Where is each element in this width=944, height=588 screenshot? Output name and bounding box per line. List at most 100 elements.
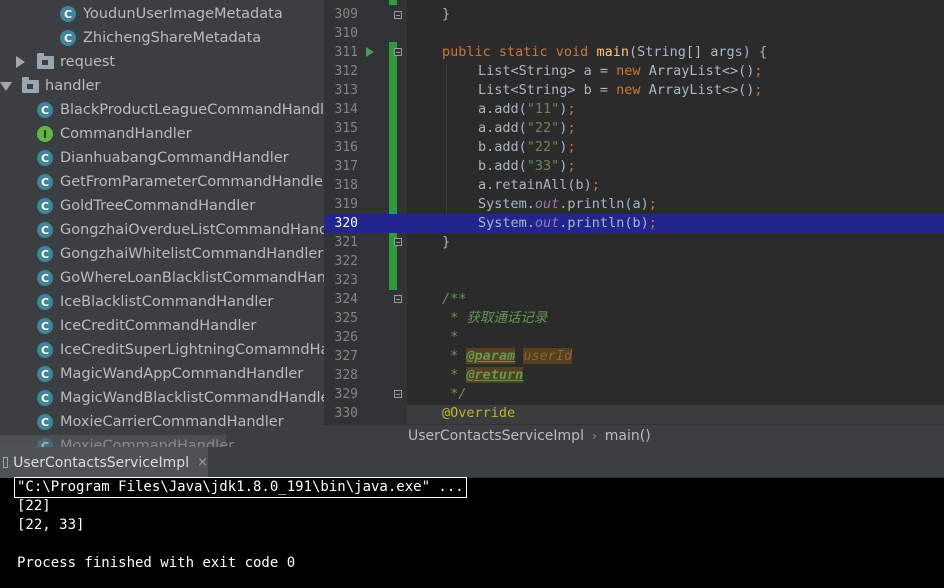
tree-item-youdun-user-image-metadata[interactable]: C YoudunUserImageMetadata: [0, 2, 324, 26]
class-icon: C: [37, 270, 53, 286]
fold-icon[interactable]: [394, 295, 402, 303]
code-text: System.out.println(a);: [478, 196, 657, 212]
code-text: b.add("22");: [478, 139, 576, 155]
code-line[interactable]: 311 public static void main(String[] arg…: [324, 43, 944, 62]
code-line[interactable]: 315 a.add("22");: [324, 119, 944, 138]
class-icon: C: [37, 198, 53, 214]
code-line[interactable]: 313 List<String> b = new ArrayList<>();: [324, 81, 944, 100]
tree-item-class[interactable]: C IceBlacklistCommandHandler: [0, 290, 324, 314]
tree-item-label: BlackProductLeagueCommandHandler: [60, 102, 324, 118]
tree-item-class[interactable]: C MagicWandAppCommandHandler: [0, 362, 324, 386]
tree-item-class[interactable]: C GetFromParameterCommandHandler: [0, 170, 324, 194]
tree-item-class[interactable]: C GoWhereLoanBlacklistCommandHandl: [0, 266, 324, 290]
code-text: List<String> a = new ArrayList<>();: [478, 63, 763, 79]
fold-icon[interactable]: [394, 11, 402, 19]
tree-item-class[interactable]: C MoxieCommandHandler: [0, 434, 324, 447]
tree-item-label: YoudunUserImageMetadata: [83, 6, 283, 22]
line-number: 328: [334, 368, 358, 383]
class-icon: C: [60, 30, 76, 46]
tree-item-class[interactable]: C GongzhaiWhitelistCommandHandler: [0, 242, 324, 266]
code-line[interactable]: 323: [324, 271, 944, 290]
tree-item-label: MagicWandBlacklistCommandHandler: [60, 390, 324, 406]
class-icon: C: [37, 390, 53, 406]
code-text: @Override: [442, 405, 516, 421]
fold-icon[interactable]: [394, 238, 402, 246]
line-number: 320: [334, 216, 358, 231]
tree-item-class[interactable]: C MagicWandBlacklistCommandHandler: [0, 386, 324, 410]
line-number: 311: [334, 45, 358, 60]
breadcrumb: UserContactsServiceImpl › main(): [324, 424, 944, 447]
collapse-arrow-icon[interactable]: [0, 81, 12, 91]
code-text: */: [442, 386, 467, 402]
code-line[interactable]: 310: [324, 24, 944, 43]
tree-item-label: GetFromParameterCommandHandler: [60, 174, 324, 190]
console-output-line: [22, 33]: [17, 517, 85, 533]
code-line[interactable]: 327 * @param userId: [324, 347, 944, 366]
tree-item-class[interactable]: C MoxieCarrierCommandHandler: [0, 410, 324, 434]
tree-item-label: request: [60, 54, 116, 70]
code-line[interactable]: 321 }: [324, 233, 944, 252]
line-number: 315: [334, 121, 358, 136]
tree-item-interface[interactable]: I CommandHandler: [0, 122, 324, 146]
code-text: List<String> b = new ArrayList<>();: [478, 82, 763, 98]
line-number: 326: [334, 330, 358, 345]
code-text: *: [442, 329, 459, 345]
fold-icon[interactable]: [394, 48, 402, 56]
code-line[interactable]: 312 List<String> a = new ArrayList<>();: [324, 62, 944, 81]
run-config-icon: [3, 457, 9, 468]
line-number: 318: [334, 178, 358, 193]
line-number: 309: [334, 7, 358, 22]
fold-icon[interactable]: [394, 390, 402, 398]
class-icon: C: [37, 438, 53, 447]
tree-item-label: IceBlacklistCommandHandler: [60, 294, 274, 310]
tree-item-class[interactable]: C DianhuabangCommandHandler: [0, 146, 324, 170]
breadcrumb-separator: ›: [591, 429, 597, 443]
line-number: 322: [334, 254, 358, 269]
close-icon[interactable]: ×: [197, 455, 208, 470]
code-line[interactable]: 317 b.add("33");: [324, 157, 944, 176]
class-icon: C: [37, 414, 53, 430]
code-line[interactable]: 318 a.retainAll(b);: [324, 176, 944, 195]
code-text: a.add("11");: [478, 101, 576, 117]
tree-item-class[interactable]: C IceCreditCommandHandler: [0, 314, 324, 338]
code-line[interactable]: 322: [324, 252, 944, 271]
line-number: 324: [334, 292, 358, 307]
tree-item-label: MoxieCommandHandler: [60, 438, 235, 447]
code-line[interactable]: 314 a.add("11");: [324, 100, 944, 119]
tree-item-class[interactable]: C IceCreditSuperLightningComamndHan: [0, 338, 324, 362]
breadcrumb-class[interactable]: UserContactsServiceImpl: [408, 428, 584, 444]
code-editor[interactable]: 309 } 310 311 public static void main(St…: [324, 0, 944, 424]
tree-item-label: DianhuabangCommandHandler: [60, 150, 289, 166]
tree-item-label: GongzhaiOverdueListCommandHandle: [60, 222, 324, 238]
code-line[interactable]: 325 * 获取通话记录: [324, 309, 944, 328]
code-line[interactable]: 316 b.add("22");: [324, 138, 944, 157]
tree-package-request[interactable]: request: [0, 50, 324, 74]
tree-item-class[interactable]: C BlackProductLeagueCommandHandler: [0, 98, 324, 122]
run-console[interactable]: "C:\Program Files\Java\jdk1.8.0_191\bin\…: [0, 477, 944, 588]
class-icon: C: [37, 246, 53, 262]
code-line[interactable]: 319 System.out.println(a);: [324, 195, 944, 214]
line-number: 323: [334, 273, 358, 288]
console-exit-line: Process finished with exit code 0: [17, 555, 296, 571]
run-tab[interactable]: UserContactsServiceImpl ×: [0, 447, 208, 478]
code-line[interactable]: 326 *: [324, 328, 944, 347]
code-text: }: [442, 6, 451, 22]
tree-item-class[interactable]: C GongzhaiOverdueListCommandHandle: [0, 218, 324, 242]
run-tab-label: UserContactsServiceImpl: [13, 454, 190, 471]
breadcrumb-method[interactable]: main(): [605, 428, 651, 444]
tree-item-label: CommandHandler: [60, 126, 192, 142]
console-command-line[interactable]: "C:\Program Files\Java\jdk1.8.0_191\bin\…: [14, 477, 467, 498]
code-line[interactable]: 329 */: [324, 385, 944, 404]
code-line-current[interactable]: 320 System.out.println(b);: [324, 214, 944, 233]
code-line[interactable]: 330 @Override: [324, 404, 944, 423]
code-line[interactable]: 309 }: [324, 5, 944, 24]
tree-package-handler[interactable]: handler: [0, 74, 324, 98]
expand-arrow-icon[interactable]: [16, 56, 25, 68]
tree-item-class[interactable]: C GoldTreeCommandHandler: [0, 194, 324, 218]
code-line[interactable]: 324 /**: [324, 290, 944, 309]
code-line[interactable]: 328 * @return: [324, 366, 944, 385]
tree-item-zhicheng-share-metadata[interactable]: C ZhichengShareMetadata: [0, 26, 324, 50]
run-gutter-icon[interactable]: [366, 47, 374, 57]
tree-item-label: GoWhereLoanBlacklistCommandHandl: [60, 270, 324, 286]
code-text: a.add("22");: [478, 120, 576, 136]
